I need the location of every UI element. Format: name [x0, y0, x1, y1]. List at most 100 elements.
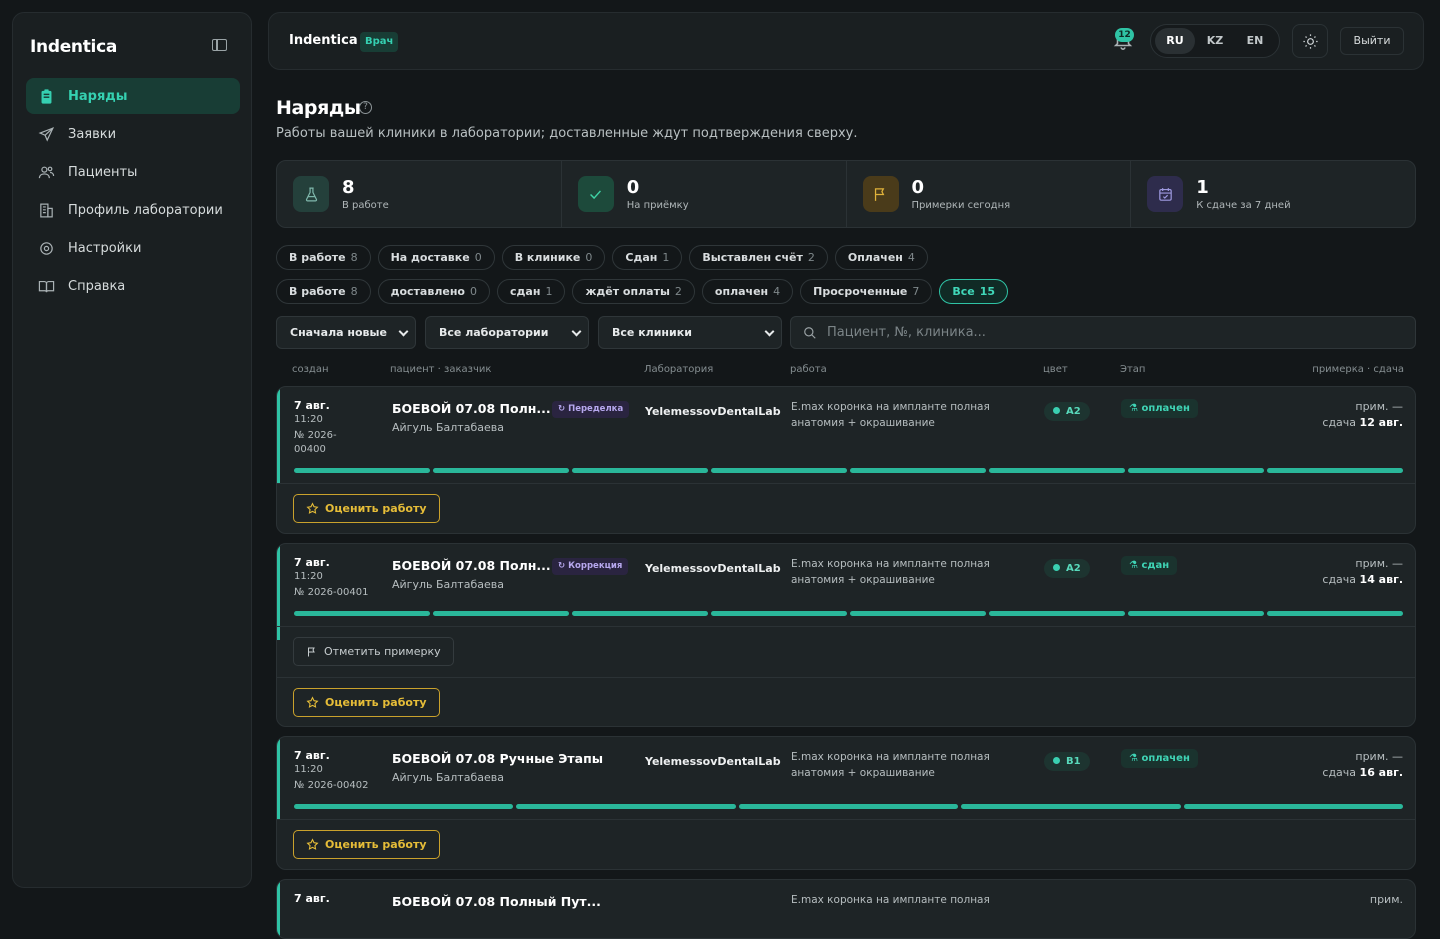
col-work: работа [790, 364, 827, 375]
order-card[interactable]: 7 авг. БОЕВОЙ 07.08 Полный Пут... E.max … [276, 879, 1416, 939]
order-title[interactable]: БОЕВОЙ 07.08 Полный Пут... [392, 894, 601, 909]
col-color: цвет [1043, 364, 1068, 375]
sidebar-item-settings[interactable]: Настройки [26, 230, 240, 266]
sidebar-item-requests[interactable]: Заявки [26, 116, 240, 152]
calendar-icon [1147, 176, 1184, 212]
sort-select[interactable]: Сначала новые [276, 316, 416, 349]
order-main: 7 авг. 11:20 № 2026-00400 БОЕВОЙ 07.08 П… [277, 387, 1415, 483]
lab-select[interactable]: Все лаборатории [425, 316, 589, 349]
order-lab: YelemessovDentalLab [645, 405, 781, 418]
help-icon[interactable]: ? [359, 101, 372, 114]
chip-paid[interactable]: Оплачен 4 [834, 245, 928, 270]
sidebar-item-label: Пациенты [68, 164, 138, 180]
star-icon [306, 502, 319, 514]
chip-in-work[interactable]: В работе 8 [276, 245, 371, 270]
order-work: E.max коронка на импланте полная анатоми… [791, 401, 990, 429]
lang-ru-button[interactable]: RU [1155, 28, 1195, 54]
sidebar-item-label: Заявки [68, 126, 117, 142]
order-card[interactable]: 7 авг. 11:20 № 2026-00400 БОЕВОЙ 07.08 П… [276, 386, 1416, 534]
order-date: 7 авг. [294, 399, 330, 412]
order-number: № 2026-00400 [294, 430, 337, 455]
col-deadline: примерка · сдача [1312, 364, 1404, 375]
stat-fittings-today[interactable]: 0 Примерки сегодня [847, 161, 1132, 227]
order-title[interactable]: БОЕВОЙ 07.08 Полн... [392, 401, 551, 416]
redo-tag: ↻ Переделка [552, 401, 630, 418]
rate-work-button[interactable]: Оценить работу [293, 494, 440, 523]
col-patient: пациент · заказчик [390, 364, 492, 375]
search-input[interactable]: Пациент, №, клиника... [790, 316, 1416, 349]
order-date: 7 авг. [294, 892, 330, 905]
sidebar-item-patients[interactable]: Пациенты [26, 154, 240, 190]
order-patient: Айгуль Балтабаева [392, 771, 504, 784]
users-icon [38, 166, 55, 178]
shade-badge: B1 [1044, 752, 1090, 771]
order-card[interactable]: 7 авг. 11:20 № 2026-00402 БОЕВОЙ 07.08 Р… [276, 736, 1416, 870]
chip-handed[interactable]: Сдан 1 [612, 245, 683, 270]
search-icon [804, 327, 816, 339]
chip-handed[interactable]: сдан 1 [497, 279, 566, 304]
sidebar-item-lab-profile[interactable]: Профиль лаборатории [26, 192, 240, 228]
order-time: 11:20 [294, 571, 323, 582]
rate-work-button[interactable]: Оценить работу [293, 688, 440, 717]
order-actions: Оценить работу [277, 483, 1415, 533]
lang-kz-button[interactable]: KZ [1195, 28, 1235, 54]
stat-in-work[interactable]: 8В работе [277, 161, 562, 227]
sidebar-item-label: Наряды [68, 88, 128, 104]
order-lab: YelemessovDentalLab [645, 562, 781, 575]
order-deadlines: прим. — сдача 16 авг. [1322, 750, 1403, 779]
order-main: 7 авг. БОЕВОЙ 07.08 Полный Пут... E.max … [277, 880, 1415, 938]
stat-to-accept[interactable]: 0 На приёмку [562, 161, 847, 227]
star-icon [306, 838, 319, 850]
flag-icon [308, 647, 315, 656]
order-actions: Оценить работу [277, 819, 1415, 869]
order-patient: Айгуль Балтабаева [392, 578, 504, 591]
order-main: 7 авг. 11:20 № 2026-00402 БОЕВОЙ 07.08 Р… [277, 737, 1415, 819]
chip-overdue[interactable]: Просроченные 7 [800, 279, 933, 304]
check-icon [577, 176, 614, 212]
progress-bar [294, 804, 1404, 809]
order-date: 7 авг. [294, 749, 330, 762]
chip-in-clinic[interactable]: В клинике 0 [501, 245, 606, 270]
mark-fitting-button[interactable]: Отметить примерку [293, 637, 454, 666]
sidebar-item-label: Настройки [68, 240, 142, 256]
lang-en-button[interactable]: EN [1235, 28, 1275, 54]
stat-value: 1 [1196, 176, 1209, 198]
page-subtitle: Работы вашей клиники в лаборатории; дост… [276, 126, 858, 141]
clinic-select[interactable]: Все клиники [598, 316, 782, 349]
order-title[interactable]: БОЕВОЙ 07.08 Полн... [392, 558, 551, 573]
order-title[interactable]: БОЕВОЙ 07.08 Ручные Этапы [392, 751, 603, 766]
order-work: E.max коронка на импланте полная анатоми… [791, 751, 990, 779]
sidebar-item-help[interactable]: Справка [26, 268, 240, 304]
order-number: № 2026-00401 [294, 587, 369, 598]
status-chips-row-2: В работе 8 доставлено 0 сдан 1 ждёт оплаты 2… [276, 279, 1015, 304]
chip-delivered[interactable]: доставлено 0 [377, 279, 490, 304]
flask-icon [293, 176, 329, 212]
order-number: № 2026-00402 [294, 780, 369, 791]
stat-due-7-days[interactable]: 1К сдаче за 7 дней [1131, 161, 1415, 227]
stats-panel: 8В работе 0 На приёмку 0 Примерки сегодня … [276, 160, 1416, 228]
theme-toggle-button[interactable] [1292, 24, 1328, 58]
logout-button[interactable]: Выйти [1340, 27, 1404, 55]
stage-badge: ⚗ сдан [1121, 556, 1178, 575]
stat-label: В работе [342, 199, 389, 211]
chip-paid[interactable]: оплачен 4 [701, 279, 794, 304]
col-created: создан [292, 364, 329, 375]
chip-awaiting-payment[interactable]: ждёт оплаты 2 [572, 279, 695, 304]
order-actions: Оценить работу [277, 677, 1415, 726]
stat-value: 0 [911, 176, 925, 198]
order-work: E.max коронка на импланте полная анатоми… [791, 558, 990, 586]
order-deadlines: прим. — сдача 12 авг. [1322, 400, 1403, 429]
status-chips-row-1: В работе 8 На доставке 0 В клинике 0 Сдан 1 … [276, 245, 935, 270]
chip-delivering[interactable]: На доставке 0 [377, 245, 495, 270]
order-date: 7 авг. [294, 556, 330, 569]
order-time: 11:20 [294, 764, 323, 775]
sidebar-collapse-icon[interactable] [212, 39, 227, 51]
chip-all[interactable]: Все 15 [939, 279, 1009, 304]
chip-invoiced[interactable]: Выставлен счёт 2 [689, 245, 828, 270]
sidebar-item-orders[interactable]: Наряды [26, 78, 240, 114]
order-card[interactable]: 7 авг. 11:20 № 2026-00401 БОЕВОЙ 07.08 П… [276, 543, 1416, 727]
sidebar-item-label: Профиль лаборатории [68, 202, 223, 218]
rate-work-button[interactable]: Оценить работу [293, 830, 440, 859]
chip-in-work[interactable]: В работе 8 [276, 279, 371, 304]
page-title: Наряды [276, 97, 361, 119]
